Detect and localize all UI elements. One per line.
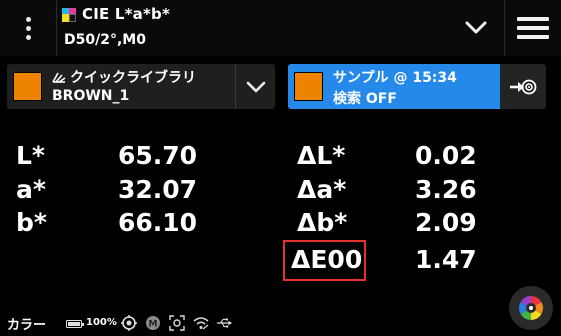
- delta-e-value: 1.47: [415, 245, 477, 274]
- kebab-menu-icon[interactable]: [0, 0, 56, 56]
- send-target-icon: [510, 79, 537, 94]
- sample-swatch: [294, 72, 323, 101]
- delta-b-label: Δb*: [297, 208, 348, 237]
- top-bar: CIE L*a*b* D50/2°,M0: [0, 0, 561, 56]
- a-label: a*: [16, 175, 46, 204]
- library-panel[interactable]: クイックライブラリ BROWN_1: [7, 64, 275, 109]
- chevron-down-icon: [465, 21, 487, 34]
- wifi-icon: [193, 315, 209, 331]
- L-value: 65.70: [118, 141, 198, 170]
- cmyk-icon: [62, 8, 76, 22]
- mode-subtitle: D50/2°,M0: [64, 32, 146, 48]
- battery-percent: 100%: [86, 317, 117, 328]
- status-mode-label: カラー: [7, 318, 47, 333]
- mode-dropdown-button[interactable]: [452, 10, 500, 46]
- aperture-icon: [169, 315, 185, 331]
- delta-L-value: 0.02: [415, 141, 477, 170]
- status-bar: カラー 100% M: [0, 308, 561, 336]
- send-sample-button[interactable]: [500, 64, 546, 109]
- library-icon: [52, 72, 66, 83]
- b-value: 66.10: [118, 208, 198, 237]
- mode-title: CIE L*a*b*: [82, 5, 171, 23]
- divider: [56, 0, 57, 56]
- delta-b-value: 2.09: [415, 208, 477, 237]
- L-label: L*: [16, 141, 46, 170]
- delta-e-label: ΔE00: [291, 245, 363, 274]
- mode-m-icon: M: [145, 315, 161, 331]
- b-label: b*: [16, 208, 47, 237]
- sample-panel[interactable]: サンプル @ 15:34 検索 OFF: [288, 64, 546, 109]
- delta-a-label: Δa*: [297, 175, 347, 204]
- a-value: 32.07: [118, 175, 198, 204]
- hamburger-menu-icon[interactable]: [505, 0, 561, 56]
- battery-icon: [66, 320, 84, 328]
- library-title: クイックライブラリ: [70, 70, 196, 86]
- sample-search-status: 検索 OFF: [333, 91, 397, 107]
- delta-a-value: 3.26: [415, 175, 477, 204]
- library-swatch: [13, 72, 42, 101]
- sample-info[interactable]: サンプル @ 15:34 検索 OFF: [288, 64, 500, 109]
- chevron-down-icon: [246, 81, 265, 92]
- svg-text:M: M: [149, 320, 158, 330]
- usb-icon: [216, 315, 232, 331]
- sample-title: サンプル @ 15:34: [333, 70, 457, 86]
- library-standard-name: BROWN_1: [52, 88, 130, 104]
- target-icon: [121, 315, 137, 331]
- delta-L-label: ΔL*: [297, 141, 346, 170]
- library-dropdown-button[interactable]: [236, 64, 275, 109]
